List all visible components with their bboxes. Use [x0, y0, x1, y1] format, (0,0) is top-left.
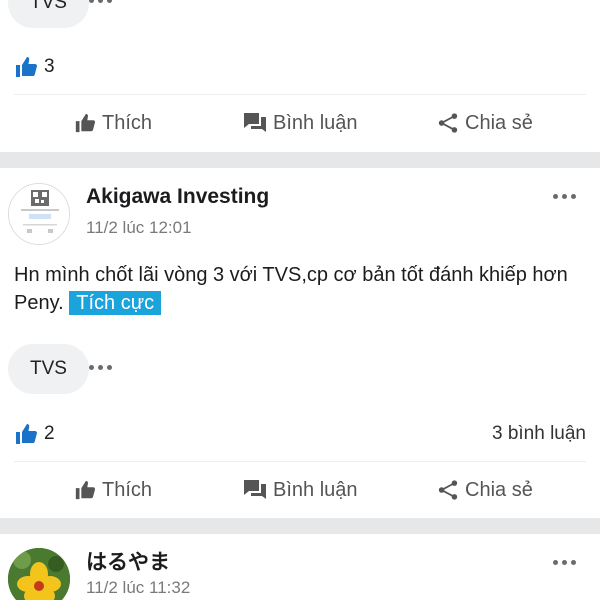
share-icon: [438, 480, 458, 500]
share-button[interactable]: Chia sẻ: [437, 95, 533, 151]
comment-icon: [244, 113, 266, 132]
thumbs-up-icon: [16, 424, 37, 444]
like-summary[interactable]: 3: [14, 55, 55, 79]
like-label: Thích: [102, 111, 153, 134]
comment-button[interactable]: Bình luận: [243, 95, 358, 151]
more-icon[interactable]: [89, 0, 112, 3]
ticker-label: TVS: [30, 358, 67, 379]
author-avatar[interactable]: [8, 183, 70, 245]
qr-avatar-image: [9, 184, 69, 244]
like-count: 2: [44, 423, 55, 444]
comment-label: Bình luận: [273, 111, 358, 134]
ticker-label: TVS: [30, 0, 67, 13]
post-timestamp: 11/2 lúc 12:01: [86, 218, 192, 237]
ticker-chip[interactable]: TVS: [8, 344, 89, 394]
ticker-chip[interactable]: TVS: [8, 0, 89, 28]
post-separator: [0, 152, 600, 168]
previous-post: TVS 3 Thích Bình luận Chia sẻ: [0, 0, 600, 152]
share-label: Chia sẻ: [465, 111, 533, 134]
author-name[interactable]: はるやま: [86, 546, 170, 576]
like-button[interactable]: Thích: [74, 462, 152, 518]
post-separator: [0, 518, 600, 534]
share-icon: [438, 113, 458, 133]
comment-icon: [244, 480, 266, 499]
comment-button[interactable]: Bình luận: [243, 462, 358, 518]
post-timestamp: 11/2 lúc 11:32: [86, 578, 191, 597]
comment-count[interactable]: 3 bình luận: [492, 423, 586, 445]
action-bar: Thích Bình luận Chia sẻ: [0, 462, 600, 518]
like-button[interactable]: Thích: [74, 95, 152, 151]
author-avatar[interactable]: [8, 548, 70, 600]
more-icon[interactable]: [553, 194, 576, 199]
more-icon[interactable]: [89, 365, 112, 370]
like-count: 3: [44, 56, 55, 77]
share-label: Chia sẻ: [465, 478, 533, 501]
share-button[interactable]: Chia sẻ: [437, 462, 533, 518]
action-bar: Thích Bình luận Chia sẻ: [0, 95, 600, 151]
thumbs-up-icon: [75, 113, 96, 133]
thumbs-up-icon: [75, 480, 96, 500]
like-summary[interactable]: 2: [14, 422, 55, 446]
flower-avatar-image: [8, 548, 70, 600]
post-card: Akigawa Investing 11/2 lúc 12:01 Hn mình…: [0, 168, 600, 518]
like-label: Thích: [102, 478, 153, 501]
next-post-card: はるやま 11/2 lúc 11:32: [0, 534, 600, 600]
post-body: Hn mình chốt lãi vòng 3 với TVS,cp cơ bả…: [14, 261, 586, 317]
comment-label: Bình luận: [273, 478, 358, 501]
more-icon[interactable]: [553, 560, 576, 565]
thumbs-up-icon: [16, 57, 37, 77]
sentiment-badge: Tích cực: [69, 291, 162, 315]
author-name[interactable]: Akigawa Investing: [86, 185, 269, 209]
